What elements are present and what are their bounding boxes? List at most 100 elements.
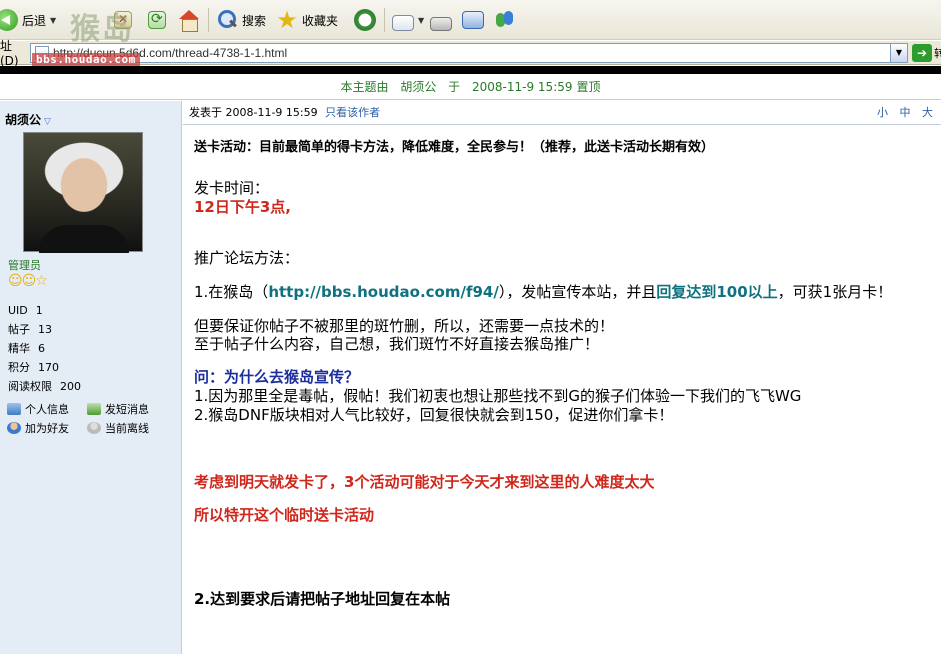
author-name-text: 胡须公: [5, 113, 42, 127]
user-rank: 管理员: [8, 259, 41, 272]
back-dropdown-icon[interactable]: ▼: [50, 16, 56, 25]
stat-value: 170: [38, 361, 59, 374]
answer-1: 1.因为那里全是毒帖，假帖！我们初衷也想让那些找不到G的猴子们体验一下我们的飞飞…: [194, 387, 802, 405]
toolbar-separator: [208, 8, 209, 32]
edit-button[interactable]: [462, 6, 484, 34]
step1-prefix: 1.在猴岛（: [194, 283, 269, 301]
messenger-button[interactable]: [494, 6, 516, 34]
stat-row: 积分 170: [8, 358, 81, 377]
history-icon: [354, 9, 376, 31]
messenger-icon: [494, 9, 516, 31]
page-icon: [35, 46, 49, 60]
message-label: 发短消息: [105, 403, 149, 416]
step1-highlight: 回复达到100以上: [656, 283, 778, 301]
home-button[interactable]: [178, 6, 200, 34]
stat-value: 1: [35, 304, 43, 317]
avatar: [23, 132, 143, 253]
notice-1: 考虑到明天就发卡了，3个活动可能对于今天才来到这里的人难度太大: [194, 473, 655, 491]
topic-user[interactable]: 胡须公: [400, 80, 436, 94]
stat-row: 帖子 13: [8, 320, 81, 339]
star-icon: ☆: [35, 273, 48, 289]
author-name[interactable]: 胡须公 ▽: [5, 111, 51, 128]
message-icon: [87, 403, 101, 415]
mail-icon: [392, 15, 414, 31]
add-friend-link[interactable]: 加为好友: [7, 420, 69, 436]
issue-time: 12日下午3点,: [194, 198, 292, 216]
step1-mid: ），发帖宣传本站，并且: [498, 283, 657, 301]
posted-label: 发表于: [189, 106, 222, 119]
back-button[interactable]: 后退 ▼: [0, 6, 56, 34]
step-2: 2.达到要求后请把帖子地址回复在本帖: [194, 590, 451, 608]
address-input[interactable]: http://ducun.5d6d.com/thread-4738-1-1.ht…: [30, 43, 908, 63]
address-url[interactable]: http://ducun.5d6d.com/thread-4738-1-1.ht…: [53, 46, 287, 60]
profile-label: 个人信息: [25, 403, 69, 416]
post-title: 送卡活动：目前最简单的得卡方法，降低难度，全民参与！（推荐，此送卡活动长期有效）: [194, 140, 715, 155]
go-button[interactable]: ➔: [912, 44, 932, 62]
topic-at: 于: [448, 80, 461, 94]
go-arrow-icon: ➔: [916, 46, 928, 60]
profile-icon: [7, 403, 21, 415]
stat-value: 200: [60, 380, 81, 393]
address-label: 址(D): [0, 39, 19, 68]
printer-icon: [430, 17, 452, 31]
stat-row: 阅读权限 200: [8, 377, 81, 396]
online-status: 当前离线: [87, 420, 149, 436]
post-content: 送卡活动：目前最简单的得卡方法，降低难度，全民参与！（推荐，此送卡活动长期有效）…: [194, 128, 934, 654]
avatar-shoulders: [39, 225, 129, 253]
add-friend-icon: [7, 422, 21, 434]
refresh-button[interactable]: [148, 6, 166, 34]
mail-dropdown-icon[interactable]: ▼: [418, 16, 424, 25]
address-bar: 址(D) http://ducun.5d6d.com/thread-4738-1…: [0, 39, 941, 68]
method-label: 推广论坛方法：: [194, 249, 300, 267]
toolbar-separator: [384, 8, 385, 32]
print-button[interactable]: [430, 6, 452, 34]
back-arrow-icon: [0, 9, 18, 31]
offline-icon: [87, 422, 101, 434]
favorites-label: 收藏夹: [302, 13, 339, 28]
refresh-icon: [148, 11, 166, 29]
favorites-button[interactable]: ★ 收藏夹: [276, 6, 338, 34]
home-icon: [178, 9, 200, 32]
edit-icon: [462, 11, 484, 29]
stat-label: 帖子: [8, 323, 30, 336]
author-sidebar: 胡须公 ▽ 管理员 ☺☺☆ UID 1 帖子 13 精华 6 积分 170 阅读权限 200…: [0, 101, 182, 654]
stat-label: UID: [8, 304, 28, 317]
post-datetime: 2008-11-9 15:59: [225, 106, 318, 119]
user-stats: UID 1 帖子 13 精华 6 积分 170 阅读权限 200: [8, 301, 81, 396]
post-header: 发表于 2008-11-9 15:59 只看该作者 小 中 大: [183, 101, 941, 125]
step1-suffix: ，可获1张月卡！: [777, 283, 893, 301]
search-icon: [216, 9, 238, 31]
stop-button[interactable]: [114, 6, 132, 34]
profile-link[interactable]: 个人信息: [7, 401, 69, 417]
send-message-link[interactable]: 发短消息: [87, 401, 149, 417]
search-label: 搜索: [242, 13, 267, 28]
mail-button[interactable]: ▼: [392, 6, 424, 34]
stat-label: 精华: [8, 342, 30, 355]
note-2: 至于帖子什么内容，自己想，我们斑竹不好直接去猴岛推广！: [194, 335, 600, 353]
font-size-switcher[interactable]: 小 中 大: [877, 101, 937, 125]
browser-toolbar: 后退 ▼ 搜索 ★ 收藏夹 ▼: [0, 0, 941, 40]
stop-icon: [114, 11, 132, 29]
status-label: 当前离线: [105, 422, 149, 435]
search-button[interactable]: 搜索: [216, 6, 266, 34]
topic-label: 本主题由: [340, 80, 389, 94]
houdao-link[interactable]: http://bbs.houdao.com/f94/: [268, 283, 499, 301]
topic-status-line: 本主题由 胡须公 于 2008-11-9 15:59 置顶: [0, 74, 941, 100]
stat-value: 6: [38, 342, 45, 355]
question: 问：为什么去猴岛宣传？: [194, 368, 360, 386]
only-author-link[interactable]: 只看该作者: [325, 106, 380, 119]
step-1: 1.在猴岛（http://bbs.houdao.com/f94/），发帖宣传本站…: [194, 281, 892, 302]
topic-action: 置顶: [576, 80, 601, 94]
answer-2: 2.猴岛DNF版块相对人气比较好，回复很快就会到150，促进你们拿卡！: [194, 406, 674, 424]
smiley-icon: ☺: [8, 273, 23, 289]
author-dropdown-icon[interactable]: ▽: [44, 117, 51, 127]
history-button[interactable]: [354, 6, 376, 34]
stat-label: 阅读权限: [8, 380, 52, 393]
address-dropdown-icon[interactable]: ▼: [890, 44, 907, 62]
topic-datetime: 2008-11-9 15:59: [472, 80, 573, 94]
thread-separator-bar: [0, 66, 941, 74]
back-label: 后退: [22, 13, 47, 28]
issue-time-label: 发卡时间：: [194, 179, 270, 197]
stat-label: 积分: [8, 361, 30, 374]
go-label-partial: 转: [934, 47, 941, 60]
